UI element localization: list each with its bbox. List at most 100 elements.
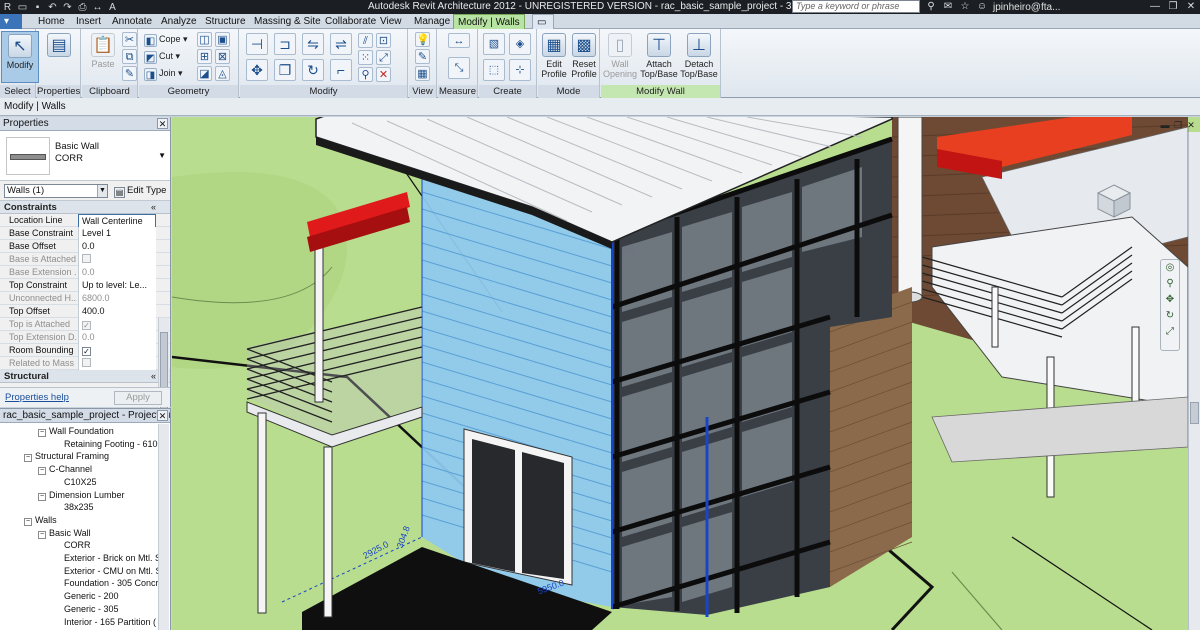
property-row[interactable]: Top Offset 400.0 [0,305,170,318]
property-value[interactable]: 400.0 [78,305,156,318]
property-checkbox[interactable]: ✓ [78,344,156,357]
edit-type-button[interactable]: ▤ Edit Type [114,184,166,198]
tree-node[interactable]: − Wall Foundation [38,425,114,437]
demolish-icon[interactable]: ⊠ [215,49,230,64]
copy-icon[interactable]: ⧉ [122,49,137,64]
tab-view[interactable]: View [376,14,406,29]
delete-icon[interactable]: ✕ [376,67,391,82]
split-icon[interactable]: ⫽ [358,33,373,48]
create-assembly-icon[interactable]: ▧ [483,33,505,55]
tree-node[interactable]: − Walls [24,514,57,526]
tree-node[interactable]: − C-Channel [38,463,92,476]
join-button[interactable]: ◨ Join ▾ [144,66,183,81]
tree-node[interactable]: Interior - 165 Partition ( [64,616,156,628]
collapse-toggle-icon[interactable]: − [38,492,46,501]
cut-geometry-button[interactable]: ◩ Cut ▾ [144,49,180,64]
tree-node[interactable]: 38x235 [64,501,94,513]
measure-between-icon[interactable]: ↔ [448,33,470,48]
tab-modify-walls[interactable]: Modify | Walls [453,14,525,29]
properties-button[interactable]: ▤ [40,31,78,83]
create-group-icon[interactable]: ⬚ [483,59,505,81]
tree-node[interactable]: Foundation - 305 Concr [64,577,159,589]
paint-icon[interactable]: ▣ [215,32,230,47]
properties-help-link[interactable]: Properties help [5,392,69,403]
close-icon[interactable]: ✕ [1186,120,1196,130]
edit-profile-button[interactable]: ▦ Edit Profile [538,31,570,83]
tree-node[interactable]: Retaining Footing - 610 [64,438,158,450]
wall-opening-button[interactable]: ▯ Wall Opening [601,31,639,83]
tab-manage[interactable]: Manage [410,14,454,29]
tab-massing-site[interactable]: Massing & Site [250,14,325,29]
cope-button[interactable]: ◧ Cope ▾ [144,32,188,47]
trim-extend-icon[interactable]: ⌐ [330,59,352,81]
wall-joins-icon[interactable]: ⊞ [197,49,212,64]
create-similar-icon[interactable]: ⊹ [509,59,531,81]
split-face-icon[interactable]: ◫ [197,32,212,47]
type-selector[interactable]: Basic Wall CORR ▼ [0,131,170,181]
minimize-icon[interactable]: — [1146,0,1164,14]
collapse-icon[interactable]: « [151,201,156,214]
property-row[interactable]: Location Line Wall Centerline [0,214,170,229]
split-gap-icon[interactable]: ⊡ [376,33,391,48]
favorites-icon[interactable]: ☆ [959,1,971,13]
array-icon[interactable]: ⁙ [358,50,373,65]
modify-button[interactable]: ↖ Modify [1,31,39,83]
tab-home[interactable]: Home [34,14,69,29]
browser-scrollbar[interactable] [158,424,169,630]
tab-analyze[interactable]: Analyze [157,14,201,29]
tree-node[interactable]: CORR [64,539,91,551]
app-menu-icon[interactable]: R [2,2,13,13]
user-icon[interactable]: ☺ [976,1,988,13]
hide-element-icon[interactable]: 💡 [415,32,430,47]
move-icon[interactable]: ✥ [246,59,268,81]
tab-collaborate[interactable]: Collaborate [321,14,380,29]
tab-structure[interactable]: Structure [201,14,250,29]
align-icon[interactable]: ⊣ [246,33,268,55]
redo-icon[interactable]: ↷ [62,2,73,13]
copy-element-icon[interactable]: ❐ [274,59,296,81]
match-type-icon[interactable]: ✎ [122,66,137,81]
restore-icon[interactable]: ❐ [1164,0,1182,14]
close-icon[interactable]: ✕ [157,410,168,421]
open-icon[interactable]: ▭ [17,2,28,13]
collapse-icon[interactable]: « [151,370,156,383]
zoom-extents-icon[interactable]: ⤢ [1161,324,1179,340]
rotate-icon[interactable]: ↻ [302,59,324,81]
subscription-icon[interactable]: ✉ [942,1,954,13]
tab-insert[interactable]: Insert [72,14,105,29]
apply-button[interactable]: Apply [114,391,162,405]
property-row[interactable]: Top Constraint Up to level: Le... [0,279,170,292]
pin-icon[interactable]: ⚲ [358,67,373,82]
aligned-dimension-icon[interactable]: ⤡ [448,57,470,79]
3d-view-canvas[interactable]: 2925.0 304.8 5950.0 ▬ ❐ ✕ ◎ ⚲ ✥ ↻ ⤢ [172,117,1200,630]
collapse-toggle-icon[interactable]: − [24,517,32,526]
cut-icon[interactable]: ✂ [122,32,137,47]
tree-node[interactable]: − Structural Framing [24,450,109,463]
print-icon[interactable]: ⎙ [77,2,88,13]
property-row[interactable]: Base Constraint Level 1 [0,227,170,240]
application-menu-button[interactable]: ▾ [0,14,22,29]
viewcube[interactable] [1094,181,1134,221]
collapse-toggle-icon[interactable]: − [24,454,32,463]
remove-paint-icon[interactable]: ◬ [215,66,230,81]
save-icon[interactable]: ▪ [32,2,43,13]
property-value[interactable]: 0.0 [78,240,156,253]
group-structural[interactable]: Structural « [0,370,170,383]
restore-icon[interactable]: ❐ [1173,120,1183,130]
user-name[interactable]: jpinheiro@fta... [993,2,1060,13]
linework-icon[interactable]: ▦ [415,66,430,81]
tree-node[interactable]: Generic - 305 [64,603,119,615]
instance-filter-dropdown[interactable]: Walls (1) ▼ [4,184,108,198]
measure-icon[interactable]: ↔ [92,2,103,13]
override-graphics-icon[interactable]: ✎ [415,49,430,64]
create-parts-icon[interactable]: ◈ [509,33,531,55]
mirror-pick-axis-icon[interactable]: ⇋ [302,33,324,55]
close-icon[interactable]: ✕ [157,118,168,129]
property-row[interactable]: Room Bounding ✓ [0,344,170,357]
tree-node[interactable]: C10X25 [64,476,97,488]
attach-top-base-button[interactable]: ⊤ Attach Top/Base [640,31,678,83]
binoculars-icon[interactable]: ⚲ [925,1,937,13]
offset-icon[interactable]: ⊐ [274,33,296,55]
search-input[interactable]: Type a keyword or phrase [792,0,920,13]
zoom-icon[interactable]: ⚲ [1161,276,1179,292]
